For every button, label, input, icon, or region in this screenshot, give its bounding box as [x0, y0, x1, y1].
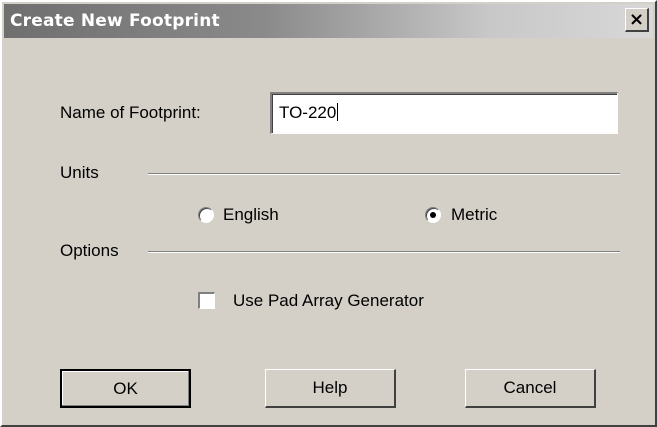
- window-title: Create New Footprint: [10, 11, 220, 31]
- radio-english[interactable]: [198, 207, 214, 223]
- pad-array-checkbox[interactable]: [198, 292, 215, 309]
- cancel-button[interactable]: Cancel: [465, 369, 596, 408]
- radio-selected-dot: [430, 212, 436, 218]
- title-bar[interactable]: Create New Footprint ×: [4, 4, 653, 38]
- radio-metric[interactable]: [425, 207, 441, 223]
- footprint-name-input[interactable]: TO-220: [270, 92, 618, 134]
- options-group-label: Options: [60, 241, 119, 260]
- radio-metric-label[interactable]: Metric: [451, 205, 497, 225]
- close-button[interactable]: ×: [625, 8, 649, 32]
- units-group-label: Units: [60, 163, 99, 182]
- pad-array-label[interactable]: Use Pad Array Generator: [233, 291, 424, 311]
- options-separator: [148, 251, 620, 253]
- radio-english-label[interactable]: English: [223, 205, 279, 225]
- close-icon: ×: [628, 9, 645, 30]
- footprint-name-value: TO-220: [279, 103, 339, 122]
- text-caret: [337, 103, 339, 121]
- ok-button[interactable]: OK: [60, 369, 191, 408]
- help-button[interactable]: Help: [265, 369, 396, 408]
- create-footprint-dialog: Create New Footprint × Name of Footprint…: [0, 0, 657, 427]
- footprint-name-label: Name of Footprint:: [60, 103, 201, 122]
- units-separator: [148, 173, 620, 175]
